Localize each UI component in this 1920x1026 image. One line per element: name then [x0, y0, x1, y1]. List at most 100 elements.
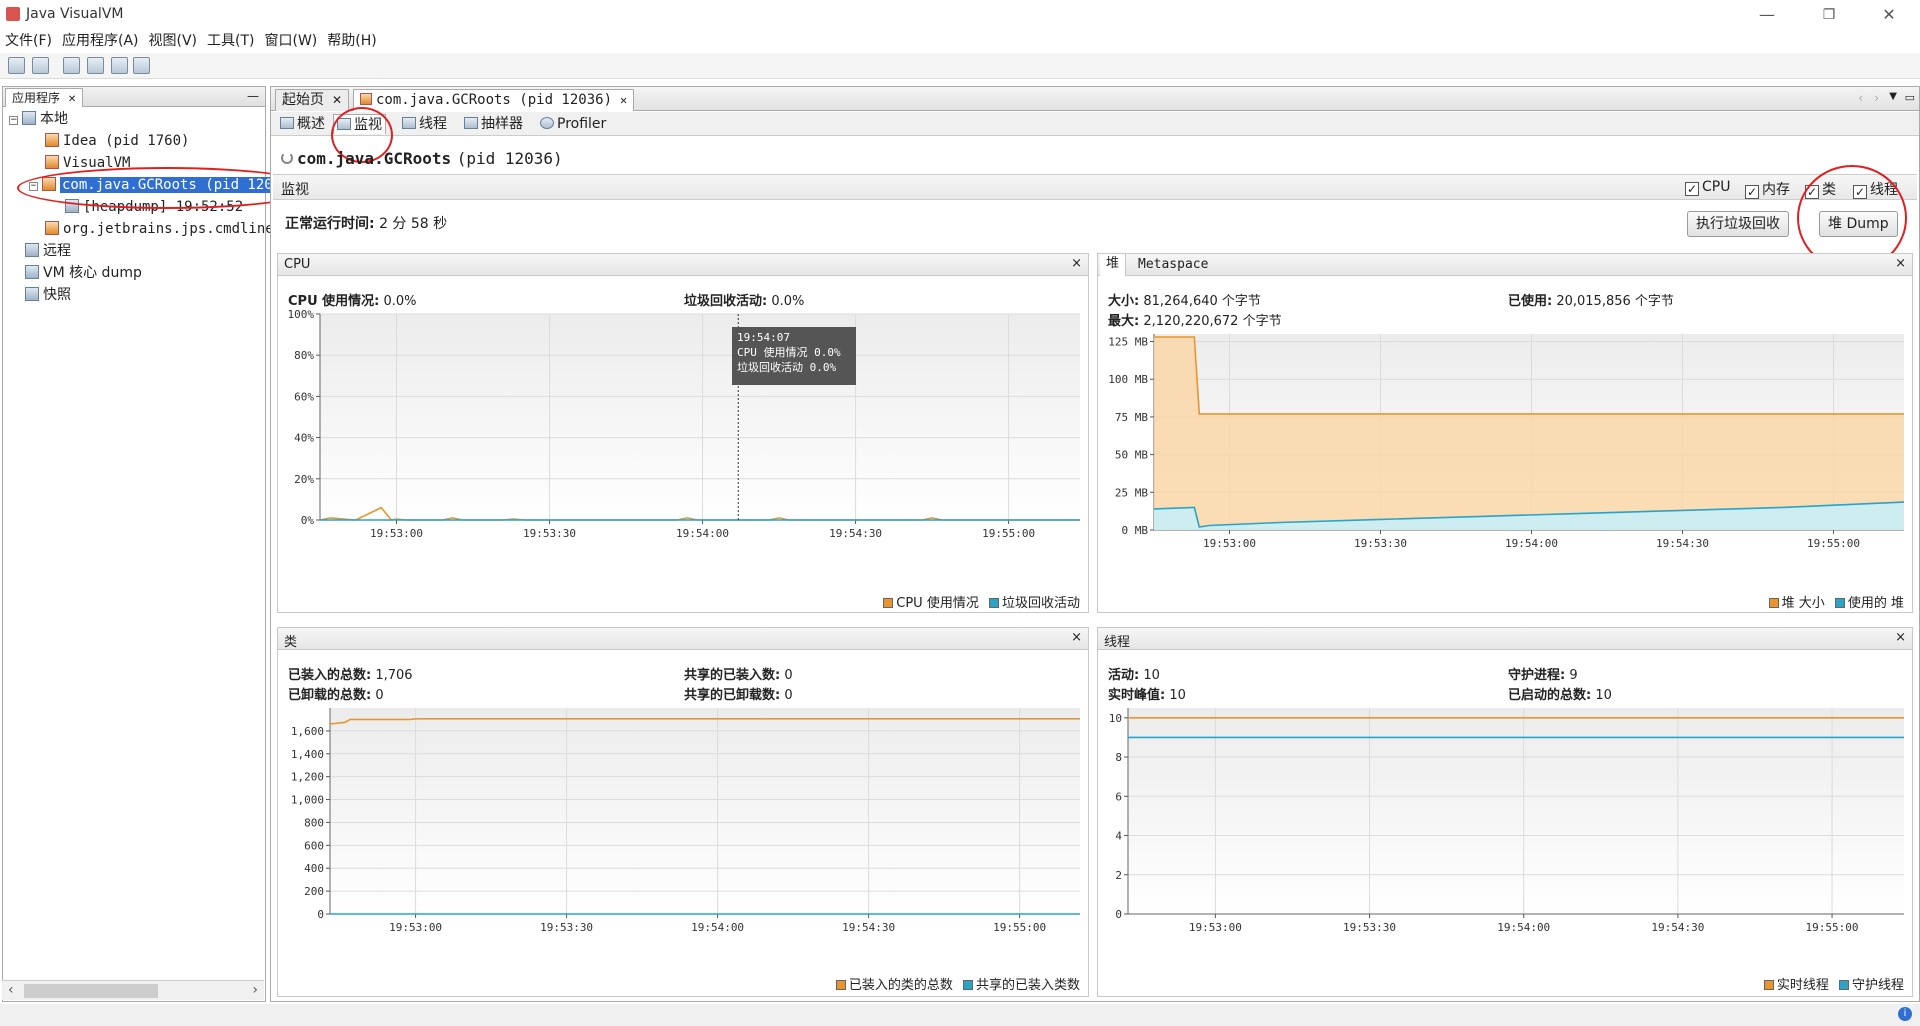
- menu-application[interactable]: 应用程序(A): [57, 30, 144, 52]
- add-snapshot-icon[interactable]: [133, 57, 150, 74]
- tab-close-icon[interactable]: ✕: [332, 93, 342, 107]
- panel-close-icon[interactable]: ×: [1895, 630, 1906, 645]
- applications-tab-close-icon[interactable]: ✕: [68, 94, 76, 105]
- stat-label: 活动:: [1108, 668, 1140, 683]
- menu-window[interactable]: 窗口(W): [260, 30, 323, 52]
- tree-node-snapshots[interactable]: 快照: [25, 285, 71, 305]
- y-tick-label: 75 MB: [1115, 411, 1148, 424]
- scroll-left-icon[interactable]: ‹: [8, 982, 14, 998]
- checkbox-cpu[interactable]: ✓ CPU: [1685, 179, 1730, 196]
- add-remote-host-icon[interactable]: [87, 57, 104, 74]
- save-icon[interactable]: [32, 57, 49, 74]
- tree-node-label: Idea (pid 1760): [63, 133, 190, 149]
- heap-max-stat: 最大: 2,120,220,672 个字节: [1108, 310, 1282, 329]
- peak-threads-stat: 实时峰值: 10: [1108, 684, 1186, 703]
- x-tick-label: 19:53:00: [1203, 537, 1256, 550]
- tab-list-dropdown-icon[interactable]: ▼: [1889, 91, 1897, 102]
- tab-heap[interactable]: 堆: [1100, 254, 1127, 276]
- cpu-usage-stat: CPU 使用情况: 0.0%: [288, 290, 417, 309]
- legend-swatch-blue: [988, 598, 999, 608]
- checkbox-label: 内存: [1762, 182, 1790, 198]
- x-tick-label: 19:53:30: [1354, 537, 1407, 550]
- maximize-panel-icon[interactable]: ▭: [1905, 91, 1915, 104]
- uptime-label: 正常运行时间:: [285, 216, 375, 232]
- y-tick-label: 6: [1115, 790, 1122, 803]
- stat-label: 已启动的总数:: [1508, 688, 1592, 703]
- x-tick-label: 19:53:00: [370, 527, 423, 540]
- applications-panel: 应用程序 ✕ — − 本地 Idea (pid 1760) VisualVM − c…: [2, 86, 317, 1002]
- x-tick-label: 19:55:00: [1806, 921, 1859, 934]
- perform-gc-button[interactable]: 执行垃圾回收: [1687, 211, 1789, 237]
- add-jmx-connection-icon[interactable]: [63, 57, 80, 74]
- panel-close-icon[interactable]: ×: [1071, 256, 1082, 271]
- classes-panel-header: 类 ×: [278, 628, 1088, 650]
- tab-threads[interactable]: 线程: [399, 114, 450, 134]
- tab-scroll-right-icon[interactable]: ›: [1874, 91, 1879, 105]
- legend-label: 守护线程: [1851, 978, 1904, 993]
- tab-close-icon[interactable]: ✕: [620, 93, 627, 107]
- stat-value: 0.0%: [383, 294, 417, 309]
- minimize-button[interactable]: —: [1744, 2, 1790, 28]
- notification-icon[interactable]: i: [1898, 1007, 1912, 1021]
- horizontal-scrollbar[interactable]: ‹ ›: [2, 980, 264, 1000]
- panel-minimize-icon[interactable]: —: [247, 89, 259, 103]
- tab-label: 抽样器: [481, 116, 523, 132]
- menu-view[interactable]: 视图(V): [144, 30, 203, 52]
- shared-unloaded-stat: 共享的已卸载数: 0: [684, 684, 793, 703]
- tab-profiler[interactable]: Profiler: [537, 114, 609, 134]
- tree-node-remote[interactable]: 远程: [25, 241, 71, 261]
- document-tabs: 起始页 ✕ com.java.GCRoots (pid 12036) ✕ ‹ › ▼…: [271, 87, 1919, 111]
- collapse-icon[interactable]: −: [9, 116, 18, 125]
- tab-gcroots[interactable]: com.java.GCRoots (pid 12036) ✕: [353, 89, 635, 111]
- snapshot-icon: [25, 287, 39, 301]
- scroll-right-icon[interactable]: ›: [252, 982, 258, 998]
- tree-node-jps-cmdline[interactable]: org.jetbrains.jps.cmdline.: [45, 219, 282, 239]
- tree-node-core-dump[interactable]: VM 核心 dump: [25, 263, 142, 283]
- threads-panel-header: 线程 ×: [1098, 628, 1912, 650]
- tab-metaspace[interactable]: Metaspace: [1138, 257, 1208, 272]
- stat-label: CPU 使用情况:: [288, 294, 380, 309]
- load-snapshot-icon[interactable]: [8, 57, 25, 74]
- daemon-threads-stat: 守护进程: 9: [1508, 664, 1578, 683]
- tab-overview[interactable]: 概述: [277, 114, 328, 134]
- stat-label: 已卸载的总数:: [288, 688, 372, 703]
- menu-help[interactable]: 帮助(H): [322, 30, 381, 52]
- x-tick-label: 19:54:30: [1651, 921, 1704, 934]
- checkbox-memory[interactable]: ✓ 内存: [1745, 179, 1790, 199]
- tab-sampler[interactable]: 抽样器: [461, 114, 526, 134]
- menu-file[interactable]: 文件(F): [0, 30, 57, 52]
- y-tick-label: 1,600: [291, 725, 324, 738]
- tab-scroll-left-icon[interactable]: ‹: [1858, 91, 1863, 105]
- x-tick-label: 19:54:30: [829, 527, 882, 540]
- checkbox-label: CPU: [1702, 179, 1731, 195]
- add-core-dump-icon[interactable]: [111, 57, 128, 74]
- core-dump-icon: [25, 265, 39, 279]
- uptime-value: 2 分 58 秒: [379, 216, 448, 232]
- java-process-icon: [45, 133, 59, 147]
- stat-value: 20,015,856 个字节: [1556, 294, 1674, 309]
- applications-tab[interactable]: 应用程序 ✕: [5, 88, 84, 107]
- stat-value: 2,120,220,672 个字节: [1143, 314, 1282, 329]
- panel-close-icon[interactable]: ×: [1895, 256, 1906, 271]
- computer-icon: [22, 111, 36, 125]
- stat-label: 大小:: [1108, 294, 1140, 309]
- plot-background: [320, 314, 1080, 520]
- tab-start-page[interactable]: 起始页 ✕: [275, 89, 350, 111]
- view-tabs: 概述 监视 线程 抽样器 Profiler: [271, 112, 1919, 136]
- tree-node-idea[interactable]: Idea (pid 1760): [45, 131, 189, 151]
- legend-swatch-orange: [883, 598, 894, 608]
- maximize-button[interactable]: ❐: [1806, 2, 1852, 28]
- legend-label: 堆 大小: [1781, 596, 1825, 611]
- scrollbar-thumb[interactable]: [24, 984, 158, 998]
- menu-tools[interactable]: 工具(T): [202, 30, 259, 52]
- y-tick-label: 0: [317, 908, 324, 921]
- x-tick-label: 19:54:30: [842, 921, 895, 934]
- close-window-button[interactable]: ✕: [1866, 2, 1912, 28]
- cpu-legend: CPU 使用情况 垃圾回收活动: [883, 592, 1080, 611]
- tree-node-local[interactable]: − 本地: [9, 109, 68, 129]
- panel-close-icon[interactable]: ×: [1071, 630, 1082, 645]
- legend-label: 共享的已装入类数: [975, 978, 1080, 993]
- y-tick-label: 40%: [294, 432, 314, 445]
- threads-legend: 实时线程 守护线程: [1763, 974, 1904, 993]
- overview-icon: [280, 117, 294, 129]
